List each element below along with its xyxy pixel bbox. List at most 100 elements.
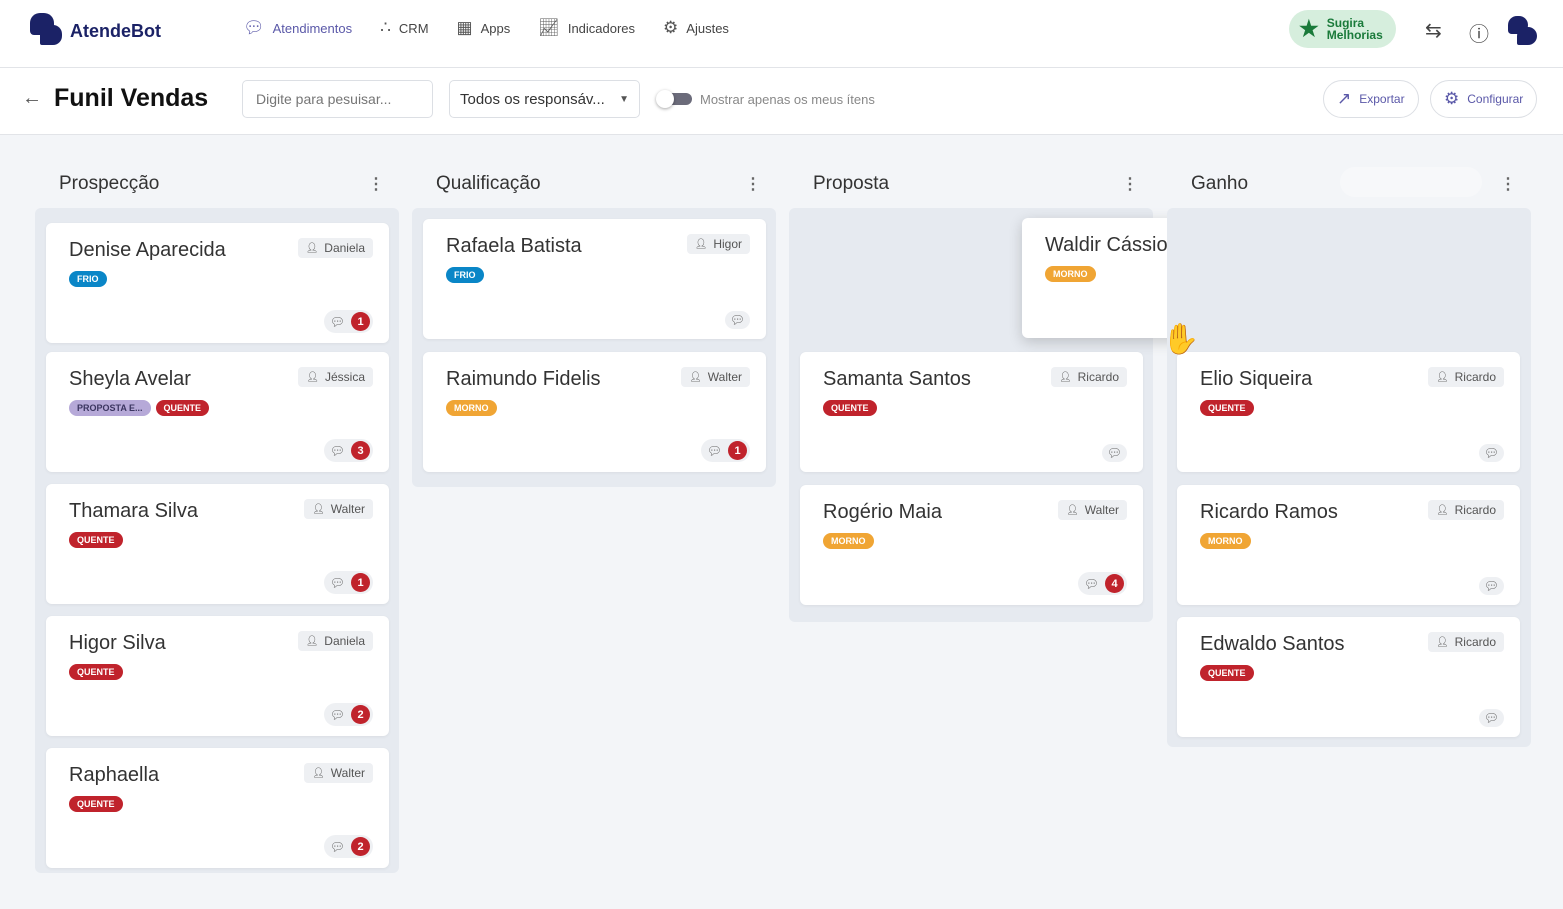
tag-badge: QUENTE [1200,400,1254,416]
messages-indicator[interactable]: 💬︎ 3 [323,439,373,462]
page-title: Funil Vendas [54,84,209,112]
user-icon: 👤︎ [694,238,708,250]
user-icon: 👤︎ [305,242,319,254]
lead-card[interactable]: Thamara Silva 👤︎ Walter QUENTE 💬︎ 1 [46,484,389,604]
lead-card[interactable]: Elio Siqueira 👤︎ Ricardo QUENTE 💬︎ [1177,352,1520,472]
switch-arrows-icon[interactable]: ⇆ [1425,18,1442,43]
nav-crm[interactable]: ∴ CRM [380,18,428,38]
lead-card[interactable]: Raphaella 👤︎ Walter QUENTE 💬︎ 2 [46,748,389,868]
gear-icon: ⚙ [1444,89,1460,108]
lead-name: Samanta Santos [823,368,971,390]
caret-down-icon: ▼ [619,93,629,105]
owner-chip: 👤︎ Walter [304,763,373,783]
tag-badge: FRIO [69,271,107,287]
kebab-menu-icon[interactable]: ⋮ [1122,174,1138,194]
tag-badge: MORNO [1200,533,1251,549]
tag-badge: MORNO [1045,266,1096,282]
external-link-icon: ↗ [1337,89,1352,108]
lead-name: Elio Siqueira [1200,368,1313,390]
kebab-menu-icon[interactable]: ⋮ [368,174,384,194]
nav-label: Ajustes [686,20,729,36]
user-icon: 👤︎ [1435,636,1449,648]
tag-list: QUENTE [69,664,123,680]
chat-bubble-icon: 💬︎ [329,575,345,590]
nav-label: Atendimentos [272,20,353,36]
kebab-menu-icon[interactable]: ⋮ [1500,174,1516,194]
help-icon[interactable]: ⓘ [1469,18,1489,47]
user-icon: 👤︎ [312,503,325,515]
messages-indicator[interactable]: 💬︎ [1478,444,1504,462]
nav-label: Apps [480,20,511,36]
user-icon: 👤︎ [1435,504,1449,516]
lead-card[interactable]: Ricardo Ramos 👤︎ Ricardo MORNO 💬︎ [1177,485,1520,605]
owner-chip: 👤︎ Daniela [297,631,373,651]
top-bar: AtendeBot 💬︎ Atendimentos ∴ CRM ▦ Apps 📈︎ In… [0,0,1563,68]
unread-count-badge: 1 [728,441,747,460]
tag-badge: QUENTE [1200,665,1254,681]
export-button[interactable]: ↗ Exportar [1323,80,1419,118]
owner-name: Walter [330,766,365,780]
column-filter-pill[interactable] [1340,167,1482,197]
messages-indicator[interactable]: 💬︎ 2 [323,835,373,858]
back-arrow-icon[interactable]: ← [22,87,42,110]
column-title: Proposta [813,173,890,194]
tag-list: QUENTE [69,796,123,812]
user-avatar[interactable] [1508,16,1538,46]
chat-bubble-icon: 💬︎ [329,443,345,458]
user-icon: 👤︎ [312,767,325,779]
lead-name: Thamara Silva [69,500,198,522]
logo[interactable]: AtendeBot [30,13,161,49]
messages-indicator[interactable]: 💬︎ 1 [323,310,373,333]
user-icon: 👤︎ [1435,371,1449,383]
messages-indicator[interactable]: 💬︎ 1 [323,571,373,594]
configure-button[interactable]: ⚙ Configurar [1430,80,1538,118]
lead-card[interactable]: Denise Aparecida 👤︎ Daniela FRIO 💬︎ 1 [46,223,389,343]
unread-count-badge: 2 [351,705,370,724]
lead-name: Rafaela Batista [446,235,582,257]
lead-name: Waldir Cássio [1045,234,1168,256]
nav-atendimentos[interactable]: 💬︎ Atendimentos [243,18,352,38]
lead-name: Raphaella [69,764,160,786]
nav-ajustes[interactable]: ⚙ Ajustes [663,18,729,38]
messages-indicator[interactable]: 💬︎ [1478,577,1504,595]
messages-indicator[interactable]: 💬︎ [724,311,750,329]
my-items-toggle[interactable] [656,90,692,108]
lead-name: Raimundo Fidelis [446,368,601,390]
lead-card[interactable]: Rafaela Batista 👤︎ Higor FRIO 💬︎ [423,219,766,339]
chat-bubble-icon: 💬︎ [1083,576,1099,591]
owner-chip: 👤︎ Daniela [297,238,373,258]
responsible-select[interactable]: Todos os responsáv... ▼ [449,80,640,118]
nav-apps[interactable]: ▦ Apps [457,18,511,38]
tag-list: MORNO [1200,533,1251,549]
tag-badge: MORNO [446,400,497,416]
chat-bubble-icon: 💬︎ [706,443,722,458]
toggle-label: Mostrar apenas os meus ítens [700,92,875,107]
lead-card[interactable]: Edwaldo Santos 👤︎ Ricardo QUENTE 💬︎ [1177,617,1520,737]
column-title: Prospecção [59,173,160,194]
suggest-improvements-button[interactable]: ★ Sugira Melhorias [1289,10,1396,48]
toolbar: ← Funil Vendas Todos os responsáv... ▼ Mo… [0,68,1563,135]
chart-icon: 📈︎ [538,18,560,37]
kebab-menu-icon[interactable]: ⋮ [745,174,761,194]
messages-indicator[interactable]: 💬︎ [1101,444,1127,462]
lead-card[interactable]: Sheyla Avelar 👤︎ Jéssica PROPOSTA E... QUENT… [46,352,389,472]
lead-card[interactable]: Higor Silva 👤︎ Daniela QUENTE 💬︎ 2 [46,616,389,736]
messages-indicator[interactable]: 💬︎ 1 [700,439,750,462]
messages-indicator[interactable]: 💬︎ [1478,709,1504,727]
export-label: Exportar [1359,92,1405,106]
messages-indicator[interactable]: 💬︎ 2 [323,703,373,726]
lead-card[interactable]: Rogério Maia 👤︎ Walter MORNO 💬︎ 4 [800,485,1143,605]
owner-name: Walter [1084,503,1119,517]
owner-name: Ricardo [1077,370,1119,384]
nav-indicadores[interactable]: 📈︎ Indicadores [538,18,635,38]
owner-name: Ricardo [1454,370,1496,384]
owner-chip: 👤︎ Ricardo [1427,367,1504,387]
owner-chip: 👤︎ Higor [686,234,750,254]
owner-name: Daniela [324,241,365,255]
lead-card[interactable]: Samanta Santos 👤︎ Ricardo QUENTE 💬︎ [800,352,1143,472]
chat-bubble-icon: 💬︎ [1483,579,1499,593]
search-input[interactable] [242,80,433,118]
messages-indicator[interactable]: 💬︎ 4 [1077,572,1127,595]
column-title: Qualificação [436,173,541,194]
lead-card[interactable]: Raimundo Fidelis 👤︎ Walter MORNO 💬︎ 1 [423,352,766,472]
